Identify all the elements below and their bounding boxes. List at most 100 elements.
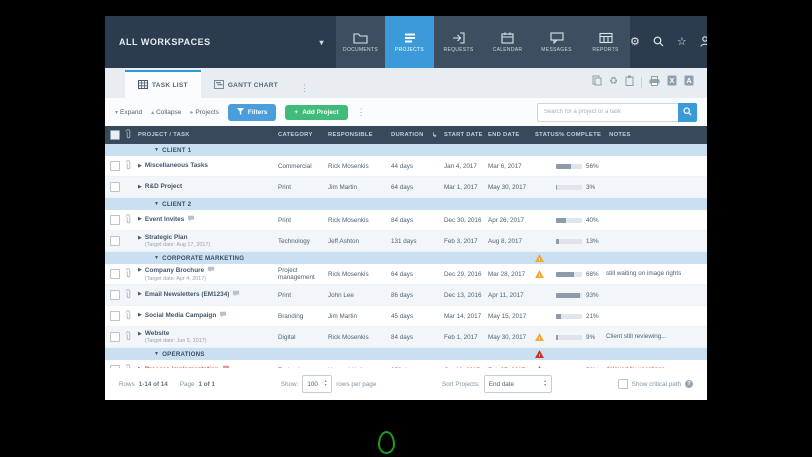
- row-checkbox[interactable]: [110, 269, 120, 280]
- percent-label: 9%: [586, 333, 596, 341]
- task-row[interactable]: ▶ Strategic Plan (Target date: Aug 17, 201…: [105, 231, 707, 252]
- row-checkbox[interactable]: [110, 215, 120, 225]
- column-header-end-date[interactable]: END DATE: [488, 132, 535, 138]
- task-row[interactable]: ▶ Website (Target date: Jun 5, 2017) Digita…: [105, 327, 707, 349]
- print-icon[interactable]: [649, 73, 660, 91]
- tab-overflow-kebab-icon[interactable]: ⋮: [291, 83, 318, 98]
- collapse-group-icon[interactable]: ▼: [154, 255, 159, 261]
- task-row[interactable]: ▶ Email Newsletters (EM1234) Print John Lee…: [105, 285, 707, 307]
- task-row[interactable]: ▶ Company Brochure (Target date: Apr 4, 20…: [105, 264, 707, 286]
- row-checkbox[interactable]: [110, 182, 120, 192]
- workspace-selector[interactable]: ALL WORKSPACES ▾: [105, 16, 336, 68]
- column-header-status[interactable]: STATUS: [535, 132, 559, 138]
- expand-link[interactable]: ▾ Expand: [115, 109, 142, 116]
- expand-task-icon[interactable]: ▶: [138, 312, 142, 318]
- task-name[interactable]: Strategic Plan: [145, 234, 210, 242]
- task-name[interactable]: Miscellaneous Tasks: [145, 162, 208, 170]
- collapse-group-icon[interactable]: ▼: [154, 147, 159, 153]
- row-checkbox[interactable]: [110, 290, 120, 301]
- nav-item-calendar[interactable]: CALENDAR: [483, 16, 532, 68]
- add-project-button[interactable]: + Add Project: [285, 104, 348, 120]
- task-row[interactable]: ▶ Social Media Campaign Branding Jim Martin…: [105, 306, 707, 328]
- column-header-start-date[interactable]: START DATE: [444, 132, 488, 138]
- task-name[interactable]: Event Invites: [145, 215, 195, 225]
- task-name[interactable]: Email Newsletters (EM1234): [145, 290, 241, 300]
- projects-icon: [403, 32, 417, 44]
- table-body: ▼ CLIENT 1 ▶ Miscellaneous Tasks Commercial R…: [105, 144, 707, 368]
- column-header-responsible[interactable]: RESPONSIBLE: [328, 132, 391, 138]
- column-header-notes[interactable]: NOTES: [609, 132, 707, 139]
- sort-select[interactable]: End date ▲ ▼: [483, 375, 552, 393]
- comment-bubble-icon[interactable]: [207, 266, 215, 276]
- responsible-cell: Rick Mosenkis: [328, 270, 369, 278]
- collapse-link[interactable]: ▴ Collapse: [151, 109, 181, 116]
- percent-label: 13%: [586, 237, 599, 245]
- expand-task-icon[interactable]: ▶: [138, 267, 142, 273]
- comment-bubble-icon[interactable]: [187, 215, 195, 225]
- paperclip-icon: [125, 289, 131, 301]
- start-date-cell: Mar 1, 2017: [444, 183, 478, 191]
- copy-icon[interactable]: [592, 73, 602, 91]
- expand-task-icon[interactable]: ▶: [138, 216, 142, 222]
- group-row[interactable]: ▼ OPERATIONS!: [105, 348, 707, 361]
- row-checkbox[interactable]: [110, 236, 120, 246]
- task-name[interactable]: Website: [145, 330, 207, 338]
- expand-task-icon[interactable]: ▶: [138, 235, 142, 241]
- toolbar-kebab-icon[interactable]: ⋮: [357, 107, 366, 118]
- task-name[interactable]: Company Brochure: [145, 266, 215, 276]
- row-checkbox[interactable]: [110, 161, 120, 171]
- select-all-checkbox[interactable]: [110, 130, 120, 140]
- group-row[interactable]: ▼ CORPORATE MARKETING!: [105, 252, 707, 264]
- column-header-category[interactable]: CATEGORY: [278, 132, 328, 138]
- task-row[interactable]: ▶Process implementationTechnologyHoward …: [105, 360, 707, 368]
- row-checkbox[interactable]: [110, 332, 120, 343]
- excel-export-icon[interactable]: X: [667, 73, 677, 91]
- rows-per-page-select[interactable]: 100 ▲ ▼: [302, 375, 333, 393]
- nav-item-documents[interactable]: DOCUMENTS: [336, 16, 385, 68]
- column-header-duration[interactable]: DURATION: [391, 132, 432, 138]
- user-menu[interactable]: Rick ▾: [700, 35, 707, 49]
- comment-bubble-icon[interactable]: [219, 311, 227, 321]
- percent-complete-cell: 68%: [556, 271, 606, 278]
- expand-task-icon[interactable]: ▶: [138, 291, 142, 297]
- projects-link[interactable]: ▸ Projects: [190, 109, 219, 116]
- group-row[interactable]: ▼ CLIENT 1: [105, 144, 707, 156]
- search-input[interactable]: [537, 102, 678, 122]
- nav-item-messages[interactable]: MESSAGES: [532, 16, 581, 68]
- column-header-project[interactable]: PROJECT / TASK: [138, 132, 278, 138]
- task-name[interactable]: R&D Project: [145, 183, 182, 191]
- expand-task-icon[interactable]: ▶: [138, 184, 142, 190]
- row-checkbox[interactable]: [110, 311, 120, 322]
- recycle-icon[interactable]: ♻: [609, 77, 618, 87]
- task-name[interactable]: Social Media Campaign: [145, 311, 227, 321]
- percent-complete-cell: 56%: [556, 163, 606, 170]
- pdf-export-icon[interactable]: A: [684, 73, 694, 91]
- expand-task-icon[interactable]: ▶: [138, 163, 142, 169]
- task-row[interactable]: ▶ R&D Project Print Jim Martin 64 days Mar 1,…: [105, 177, 707, 198]
- nav-item-requests[interactable]: REQUESTS: [434, 16, 483, 68]
- search-icon[interactable]: [653, 36, 664, 49]
- search-button[interactable]: [678, 102, 697, 122]
- expand-task-icon[interactable]: ▶: [138, 331, 142, 337]
- nav-item-reports[interactable]: REPORTS: [581, 16, 630, 68]
- tab-task-list[interactable]: TASK LIST: [125, 70, 201, 98]
- tab-gantt-chart[interactable]: GANTT CHART: [201, 72, 291, 98]
- star-icon[interactable]: ☆: [677, 36, 687, 48]
- collapse-group-icon[interactable]: ▼: [154, 351, 159, 357]
- responsible-cell: Jim Martin: [328, 183, 358, 191]
- task-row[interactable]: ▶ Miscellaneous Tasks Commercial Rick Mosen…: [105, 156, 707, 177]
- gear-icon[interactable]: ⚙: [630, 36, 640, 48]
- help-icon[interactable]: ?: [684, 380, 693, 388]
- critical-path-checkbox[interactable]: [617, 379, 628, 389]
- nav-item-projects[interactable]: PROJECTS: [385, 16, 434, 68]
- task-row[interactable]: ▶ Event Invites Print Rick Mosenkis 84 days D…: [105, 210, 707, 231]
- filters-label: Filters: [247, 108, 268, 116]
- comment-bubble-icon[interactable]: [232, 290, 240, 300]
- clipboard-icon[interactable]: [625, 73, 634, 91]
- column-header-complete[interactable]: % COMPLETE: [559, 132, 609, 138]
- filters-button[interactable]: Filters: [227, 103, 277, 121]
- category-cell: Print: [278, 216, 291, 224]
- group-row[interactable]: ▼ CLIENT 2: [105, 198, 707, 210]
- collapse-group-icon[interactable]: ▼: [154, 201, 159, 207]
- duration-cell: 131 days: [391, 237, 417, 245]
